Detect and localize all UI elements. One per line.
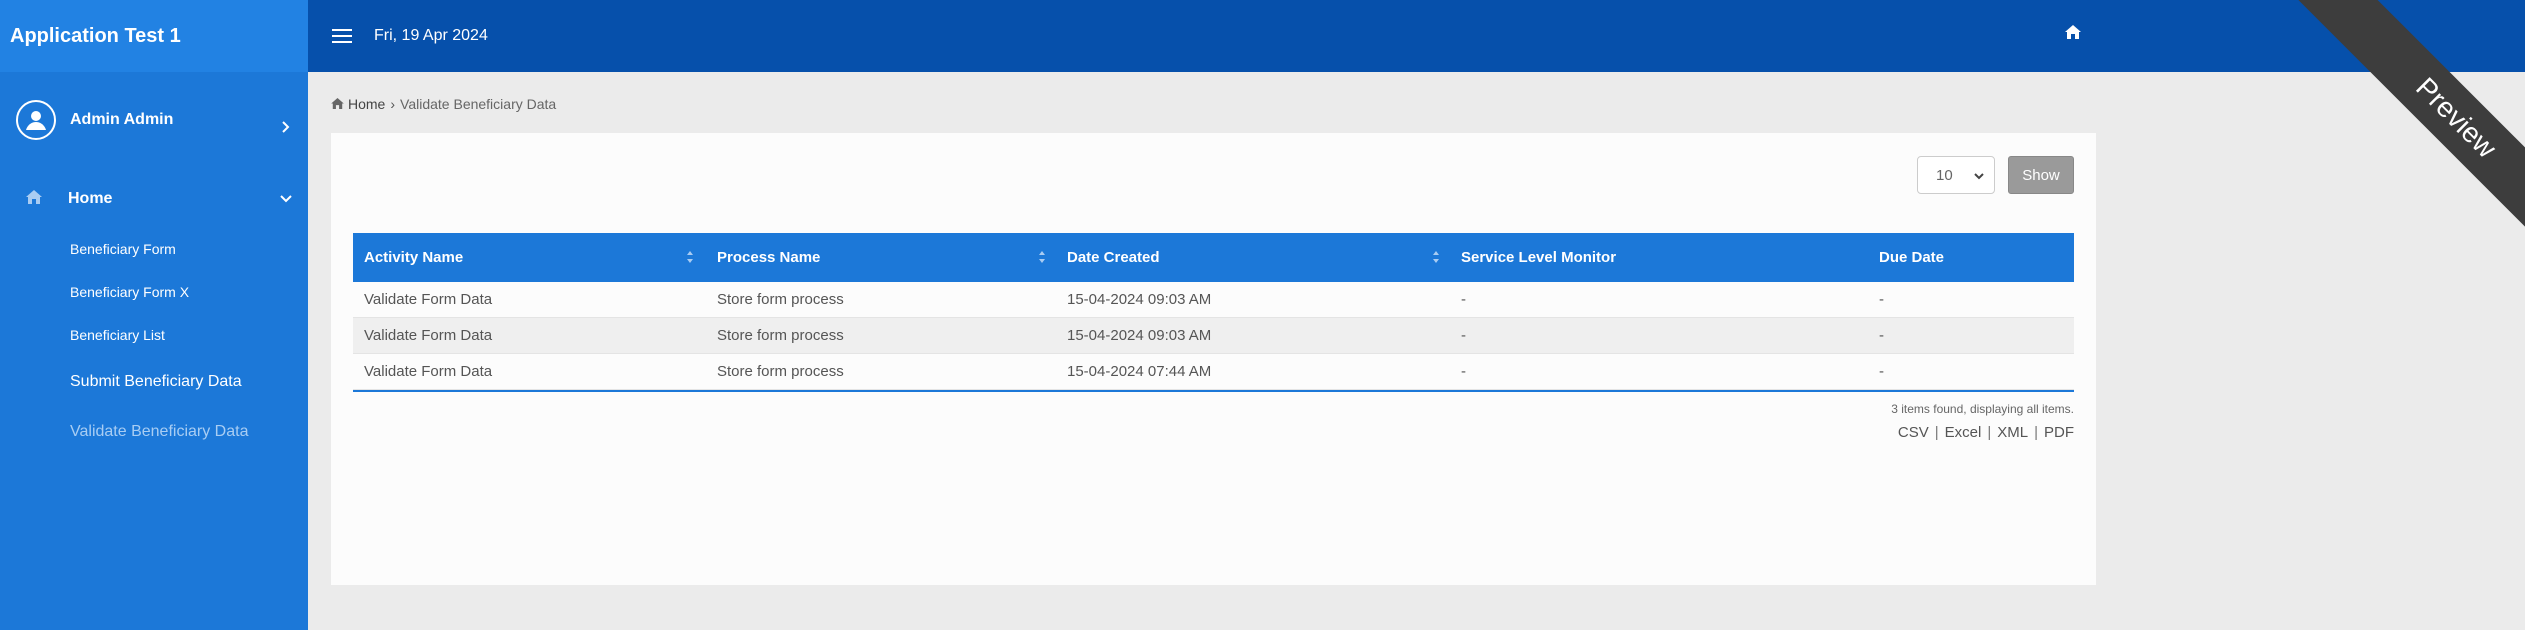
sidebar-item-submit-beneficiary-data[interactable]: Submit Beneficiary Data	[0, 357, 308, 407]
export-pdf-link[interactable]: PDF	[2044, 424, 2074, 441]
user-panel[interactable]: Admin Admin	[0, 72, 308, 168]
export-separator: |	[2034, 424, 2038, 441]
cell-date-created: 15-04-2024 07:44 AM	[1067, 363, 1212, 380]
cell-date-created: 15-04-2024 09:03 AM	[1067, 291, 1212, 308]
app-title[interactable]: Application Test 1	[0, 0, 308, 72]
sidebar: Application Test 1 Admin Admin Home Bene…	[0, 0, 308, 630]
home-icon	[26, 189, 42, 209]
cell-process-name: Store form process	[717, 291, 844, 308]
export-links: CSV | Excel | XML | PDF	[1898, 424, 2074, 441]
cell-due-date: -	[1879, 327, 1884, 344]
top-header: Fri, 19 Apr 2024	[308, 0, 2525, 72]
export-xml-link[interactable]: XML	[1997, 424, 2028, 441]
cell-date-created: 15-04-2024 09:03 AM	[1067, 327, 1212, 344]
header-home-icon[interactable]	[2065, 25, 2081, 44]
cell-activity-name[interactable]: Validate Form Data	[364, 318, 492, 354]
export-separator: |	[1987, 424, 1992, 441]
main-panel: 10 Show Activity Name Process Name Date …	[331, 133, 2096, 585]
export-csv-link[interactable]: CSV	[1898, 424, 1929, 441]
page-size-value: 10	[1936, 166, 1953, 184]
column-header-due-date[interactable]: Due Date	[1879, 233, 1944, 282]
export-separator: |	[1934, 424, 1939, 441]
table-header: Activity Name Process Name Date Created …	[353, 233, 2074, 282]
column-header-service-level-monitor[interactable]: Service Level Monitor	[1461, 233, 1616, 282]
cell-due-date: -	[1879, 291, 1884, 308]
breadcrumb-home-link[interactable]: Home	[348, 96, 385, 112]
cell-due-date: -	[1879, 363, 1884, 380]
cell-service-level-monitor: -	[1461, 363, 1466, 380]
sidebar-item-beneficiary-form-x[interactable]: Beneficiary Form X	[0, 271, 308, 314]
breadcrumb-current: Validate Beneficiary Data	[400, 96, 557, 112]
cell-service-level-monitor: -	[1461, 327, 1466, 344]
sort-icon[interactable]	[686, 250, 694, 268]
cell-activity-name[interactable]: Validate Form Data	[364, 354, 492, 390]
user-name: Admin Admin	[70, 111, 174, 128]
sort-icon[interactable]	[1432, 250, 1440, 268]
sidebar-item-validate-beneficiary-data[interactable]: Validate Beneficiary Data	[0, 407, 308, 457]
sidebar-menu: Home Beneficiary Form Beneficiary Form X…	[0, 170, 308, 457]
column-header-activity-name[interactable]: Activity Name	[364, 233, 463, 282]
breadcrumb-separator-icon: ›	[390, 96, 396, 112]
table-bottom-border	[353, 390, 2074, 392]
activity-table: Activity Name Process Name Date Created …	[353, 233, 2074, 392]
chevron-right-icon[interactable]	[282, 120, 290, 138]
breadcrumb: Home › Validate Beneficiary Data	[331, 96, 556, 112]
sidebar-item-home[interactable]: Home	[0, 170, 308, 228]
header-date: Fri, 19 Apr 2024	[374, 27, 488, 44]
user-avatar-icon	[16, 100, 56, 140]
chevron-down-icon[interactable]	[280, 190, 292, 208]
sidebar-item-beneficiary-form[interactable]: Beneficiary Form	[0, 228, 308, 271]
table-row[interactable]: Validate Form Data Store form process 15…	[353, 354, 2074, 390]
column-header-date-created[interactable]: Date Created	[1067, 233, 1160, 282]
cell-service-level-monitor: -	[1461, 291, 1466, 308]
page-size-select[interactable]: 10	[1917, 156, 1995, 194]
export-excel-link[interactable]: Excel	[1945, 424, 1982, 441]
cell-process-name: Store form process	[717, 363, 844, 380]
sort-icon[interactable]	[1038, 250, 1046, 268]
table-row[interactable]: Validate Form Data Store form process 15…	[353, 282, 2074, 318]
table-row[interactable]: Validate Form Data Store form process 15…	[353, 318, 2074, 354]
home-icon	[331, 96, 344, 112]
menu-toggle-icon[interactable]	[332, 29, 352, 43]
column-header-process-name[interactable]: Process Name	[717, 233, 820, 282]
cell-process-name: Store form process	[717, 327, 844, 344]
items-found-summary: 3 items found, displaying all items.	[1891, 402, 2074, 416]
cell-activity-name[interactable]: Validate Form Data	[364, 282, 492, 318]
chevron-down-icon	[1974, 168, 1984, 185]
sidebar-item-label: Home	[68, 190, 113, 207]
show-button[interactable]: Show	[2008, 156, 2074, 194]
sidebar-item-beneficiary-list[interactable]: Beneficiary List	[0, 314, 308, 357]
